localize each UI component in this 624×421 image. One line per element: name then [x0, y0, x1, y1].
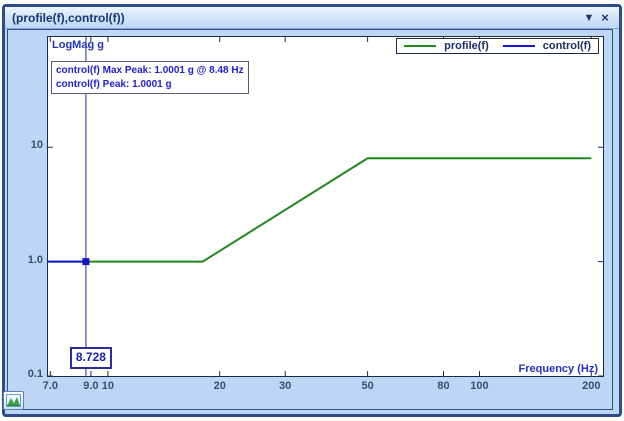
peak-annotation-box: control(f) Max Peak: 1.0001 g @ 8.48 Hz …: [51, 61, 249, 94]
x-tick-label: 200: [582, 380, 600, 392]
y-axis-title: LogMag g: [52, 39, 104, 51]
legend-item-control: control(f): [503, 40, 591, 52]
x-tick-label: 9.0: [83, 380, 98, 392]
x-tick-label: 7.0: [43, 380, 58, 392]
y-tick-label: 0.1: [8, 368, 43, 380]
legend-label-profile: profile(f): [444, 40, 489, 52]
legend-item-profile: profile(f): [404, 40, 503, 52]
y-tick-label: 1.0: [8, 254, 43, 266]
profile-line-swatch: [404, 45, 436, 47]
x-tick-label: 100: [470, 380, 488, 392]
x-tick-label: 80: [437, 380, 449, 392]
window-menu-dropdown-icon[interactable]: ▼: [581, 12, 597, 24]
window-title: (profile(f),control(f)): [5, 11, 125, 25]
x-axis-title: Frequency (Hz): [519, 363, 598, 375]
y-tick-label: 10: [8, 139, 43, 151]
legend: profile(f) control(f): [396, 38, 599, 54]
control-cursor-marker[interactable]: [82, 258, 89, 265]
annotation-peak: control(f) Peak: 1.0001 g: [56, 78, 244, 92]
x-tick-label: 10: [102, 380, 114, 392]
legend-label-control: control(f): [543, 40, 591, 52]
x-tick-label: 50: [361, 380, 373, 392]
x-tick-label: 20: [214, 380, 226, 392]
annotation-max-peak: control(f) Max Peak: 1.0001 g @ 8.48 Hz: [56, 64, 244, 78]
x-tick-label: 30: [279, 380, 291, 392]
chart-image-icon-button[interactable]: [3, 391, 24, 410]
title-bar[interactable]: (profile(f),control(f)) ▼ ×: [5, 7, 619, 29]
chart-window: (profile(f),control(f)) ▼ × LogMag g pro…: [2, 4, 622, 417]
window-close-icon[interactable]: ×: [597, 10, 613, 25]
control-line-swatch: [503, 45, 535, 47]
cursor-frequency-readout[interactable]: 8.728: [70, 347, 112, 369]
plot-area[interactable]: LogMag g profile(f) control(f) control(f…: [47, 36, 604, 377]
chart-panel: LogMag g profile(f) control(f) control(f…: [7, 29, 613, 410]
trace-profile(f): [50, 158, 591, 261]
chart-image-icon: [6, 394, 21, 407]
